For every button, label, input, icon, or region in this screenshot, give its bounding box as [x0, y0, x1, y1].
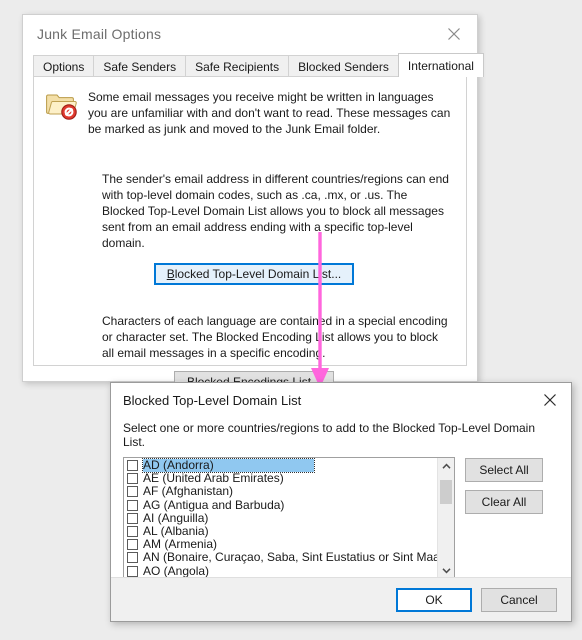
country-list-items: AD (Andorra) AE (United Arab Emirates) A… [124, 458, 437, 578]
list-item-label: AL (Albania) [143, 524, 209, 538]
checkbox[interactable] [127, 486, 138, 498]
checkbox[interactable] [127, 539, 138, 551]
tab-international[interactable]: International [397, 53, 484, 77]
tab-safe-recipients[interactable]: Safe Recipients [185, 55, 290, 77]
close-icon[interactable] [441, 21, 467, 47]
list-item[interactable]: AN (Bonaire, Curaçao, Saba, Sint Eustati… [125, 551, 437, 564]
scrollbar-thumb[interactable] [440, 480, 452, 504]
list-item-label: AD (Andorra) [142, 458, 315, 474]
close-icon[interactable] [537, 387, 563, 413]
checkbox[interactable] [127, 552, 138, 564]
intro-section: Some email messages you receive might be… [34, 77, 466, 137]
checkbox[interactable] [127, 565, 138, 577]
window-titlebar: Junk Email Options [23, 15, 477, 53]
dialog-body: Select one or more countries/regions to … [111, 417, 571, 589]
tab-safe-senders[interactable]: Safe Senders [93, 55, 187, 77]
clear-all-button[interactable]: Clear All [465, 490, 543, 514]
listbox-scrollbar[interactable] [437, 458, 454, 578]
list-item[interactable]: AD (Andorra) [125, 458, 437, 474]
list-item[interactable]: AO (Angola) [125, 565, 437, 578]
junk-email-options-window: Junk Email Options Options Safe Senders … [22, 14, 484, 393]
list-item[interactable]: AI (Anguilla) [125, 512, 437, 525]
encoding-paragraph: Characters of each language are containe… [102, 314, 448, 360]
tld-paragraph: The sender's email address in different … [102, 172, 449, 250]
tab-blocked-senders[interactable]: Blocked Senders [288, 55, 399, 77]
chevron-down-icon[interactable] [438, 562, 454, 578]
encoding-section: Characters of each language are containe… [34, 285, 466, 393]
list-item[interactable]: AL (Albania) [125, 525, 437, 538]
dialog-instruction: Select one or more countries/regions to … [123, 421, 536, 449]
blocked-top-level-domain-list-dialog: Blocked Top-Level Domain List Select one… [110, 382, 572, 622]
blocked-top-level-domain-list-button[interactable]: Blocked Top-Level Domain List... [153, 263, 355, 285]
list-item-label: AM (Armenia) [143, 538, 218, 552]
dialog-titlebar: Blocked Top-Level Domain List [111, 383, 571, 417]
ok-button[interactable]: OK [396, 587, 472, 612]
tab-strip: Options Safe Senders Safe Recipients Blo… [33, 53, 484, 77]
list-item[interactable]: AF (Afghanistan) [125, 485, 437, 498]
intro-text: Some email messages you receive might be… [88, 90, 451, 136]
international-tab-panel: Some email messages you receive might be… [33, 76, 467, 393]
checkbox[interactable] [127, 460, 138, 472]
chevron-up-icon[interactable] [438, 458, 454, 474]
tld-section: The sender's email address in different … [34, 137, 466, 285]
window-title: Junk Email Options [37, 26, 162, 42]
checkbox[interactable] [127, 473, 138, 485]
dialog-footer: OK Cancel [111, 577, 571, 621]
select-all-button[interactable]: Select All [465, 458, 543, 482]
checkbox[interactable] [127, 499, 138, 511]
list-item-label: AI (Anguilla) [143, 511, 209, 525]
dialog-content: AD (Andorra) AE (United Arab Emirates) A… [123, 457, 559, 579]
checkbox[interactable] [127, 512, 138, 524]
list-item-label: AG (Antigua and Barbuda) [143, 498, 285, 512]
list-item-label: AF (Afghanistan) [143, 485, 234, 499]
tld-button-accel: B [166, 267, 175, 281]
list-item-label: AO (Angola) [143, 564, 210, 578]
list-item[interactable]: AG (Antigua and Barbuda) [125, 499, 437, 512]
dialog-title: Blocked Top-Level Domain List [123, 392, 302, 408]
list-item[interactable]: AE (United Arab Emirates) [125, 472, 437, 485]
list-item-label: AN (Bonaire, Curaçao, Saba, Sint Eustati… [143, 551, 437, 565]
tld-button-label: locked Top-Level Domain List... [174, 267, 342, 281]
tab-options[interactable]: Options [33, 55, 95, 77]
list-item-label: AE (United Arab Emirates) [143, 472, 284, 486]
blocked-folder-icon [46, 89, 84, 137]
list-item[interactable]: AM (Armenia) [125, 538, 437, 551]
listbox-side-buttons: Select All Clear All [455, 457, 543, 514]
cancel-button[interactable]: Cancel [481, 587, 557, 612]
checkbox[interactable] [127, 526, 138, 538]
country-listbox[interactable]: AD (Andorra) AE (United Arab Emirates) A… [123, 457, 455, 579]
